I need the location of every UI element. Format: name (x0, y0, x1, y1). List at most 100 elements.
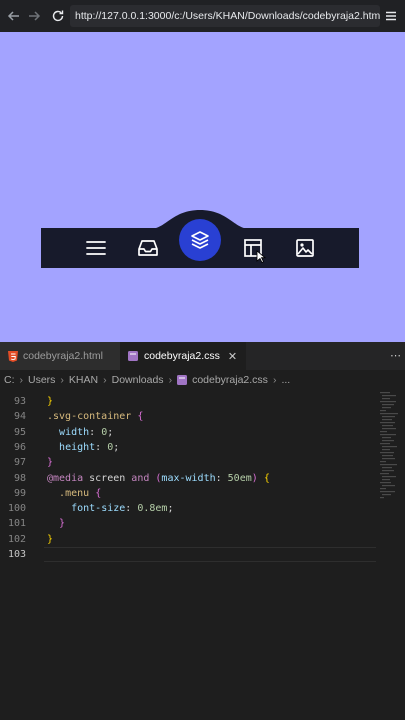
breadcrumb-item[interactable]: C: (4, 374, 15, 386)
nav-item-image[interactable] (293, 236, 317, 260)
code-line[interactable]: 95 width: 0; (0, 425, 405, 440)
hamburger-menu-icon (386, 11, 396, 21)
reload-button[interactable] (46, 4, 70, 28)
breadcrumb: C: › Users › KHAN › Downloads › codebyra… (0, 370, 405, 390)
code-token: .menu (59, 487, 90, 499)
code-token: ; (107, 426, 114, 438)
code-token: height (59, 441, 96, 453)
code-token: @media (47, 472, 84, 484)
code-token: : (95, 441, 108, 453)
nav-item-menu[interactable] (84, 236, 108, 260)
code-line[interactable]: 93} (0, 394, 405, 409)
code-line[interactable]: 101 } (0, 516, 405, 531)
line-number: 101 (7, 518, 26, 530)
line-number: 97 (13, 457, 26, 469)
code-token: } (47, 457, 54, 469)
tab-codebyraja2-html[interactable]: codebyraja2.html (0, 342, 120, 370)
code-token: max-width (161, 472, 216, 484)
minimap[interactable] (378, 390, 405, 510)
forward-button[interactable] (22, 4, 46, 28)
close-tab-icon[interactable]: ✕ (228, 350, 237, 363)
address-bar[interactable]: http://127.0.0.1:3000/c:/Users/KHAN/Down… (70, 5, 380, 27)
line-number: 100 (7, 503, 26, 515)
code-token: 0.8em (137, 503, 168, 515)
inbox-icon (138, 240, 158, 256)
browser-menu-button[interactable] (381, 6, 401, 26)
code-token: 50em (227, 472, 252, 484)
code-text: @media screen and (max-width: 50em) { (47, 471, 270, 486)
line-number: 95 (13, 426, 26, 438)
code-text: width: 0; (47, 425, 113, 440)
css-file-icon (177, 375, 188, 385)
code-token: } (59, 518, 66, 530)
code-text: } (47, 532, 53, 547)
line-number: 99 (13, 487, 26, 499)
nav-item-inbox[interactable] (136, 236, 160, 260)
line-number: 102 (7, 533, 26, 545)
breadcrumb-item[interactable]: Downloads (112, 374, 164, 386)
code-line[interactable]: 96 height: 0; (0, 440, 405, 455)
arrow-right-icon (29, 11, 41, 21)
css-file-icon (128, 351, 138, 361)
code-token: ; (113, 441, 120, 453)
code-text: .menu { (47, 486, 101, 501)
code-text: .svg-container { (47, 409, 143, 424)
tab-label: codebyraja2.css (144, 350, 220, 362)
code-token: { (95, 487, 102, 499)
breadcrumb-item[interactable]: codebyraja2.css (192, 374, 268, 386)
code-line[interactable]: 100 font-size: 0.8em; (0, 501, 405, 516)
nav-item-layers-active[interactable] (179, 219, 221, 261)
code-text: } (47, 394, 53, 409)
layers-icon (191, 231, 209, 249)
code-line[interactable]: 103 (0, 547, 405, 563)
code-token: } (47, 533, 54, 545)
code-line[interactable]: 102} (0, 532, 405, 547)
browser-toolbar: http://127.0.0.1:3000/c:/Users/KHAN/Down… (0, 0, 405, 32)
tab-codebyraja2-css[interactable]: codebyraja2.css ✕ (120, 342, 246, 370)
chevron-right-icon: › (272, 374, 277, 386)
more-actions-icon[interactable]: ⋯ (390, 342, 401, 370)
chevron-right-icon: › (168, 374, 173, 386)
line-number: 94 (13, 411, 26, 423)
code-token: width (59, 426, 90, 438)
line-number: 93 (13, 396, 26, 407)
code-editor[interactable]: 93} 94 .svg-container {95 width: 0; 96 heig… (0, 390, 405, 720)
code-token: : (89, 426, 102, 438)
code-token: { (137, 411, 144, 423)
code-text: } (47, 455, 53, 470)
breadcrumb-item[interactable]: KHAN (69, 374, 98, 386)
code-token: .svg-container (47, 411, 132, 423)
code-line[interactable]: 97} (0, 455, 405, 470)
code-line[interactable]: 99 .menu { (0, 486, 405, 501)
reload-icon (52, 10, 64, 22)
breadcrumb-item[interactable]: Users (28, 374, 55, 386)
code-text: height: 0; (47, 440, 119, 455)
line-number: 98 (13, 472, 26, 484)
current-line-highlight (44, 547, 376, 563)
mouse-cursor-icon (256, 250, 266, 264)
arrow-left-icon (7, 11, 19, 21)
code-token: : (215, 472, 228, 484)
code-line[interactable]: 94 .svg-container { (0, 409, 405, 424)
code-line[interactable]: 98 @media screen and (max-width: 50em) { (0, 471, 405, 486)
html5-icon (8, 350, 18, 362)
chevron-right-icon: › (103, 374, 107, 386)
breadcrumb-item[interactable]: ... (281, 374, 290, 386)
code-token: screen (83, 472, 132, 484)
code-token: and (131, 472, 150, 484)
code-token: ; (167, 503, 174, 515)
navbar-bump (150, 210, 250, 229)
code-token: font-size (71, 503, 126, 515)
chevron-right-icon: › (19, 374, 24, 386)
code-token: : (125, 503, 138, 515)
code-text: } (47, 516, 65, 531)
menu-icon (86, 241, 106, 255)
image-icon (296, 239, 314, 257)
code-token: { (263, 472, 270, 484)
tab-label: codebyraja2.html (23, 350, 103, 362)
